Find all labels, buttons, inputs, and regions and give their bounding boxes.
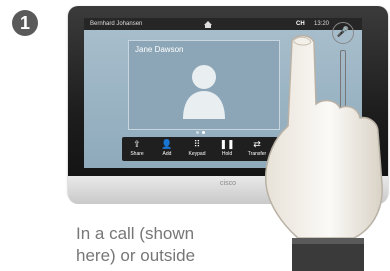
add-label: Add [162, 151, 172, 157]
hold-button[interactable]: ❚❚ Hold [214, 139, 240, 159]
call-status-icon[interactable]: CH [296, 18, 305, 30]
status-bar: Bernhard Johansen CH 13:20 [84, 18, 362, 30]
share-label: Share [130, 151, 144, 157]
caption-line-1: In a call (shown [76, 224, 195, 243]
clock: 13:20 [314, 21, 330, 27]
participant-name: Jane Dawson [135, 45, 184, 54]
add-button[interactable]: 👤 Add [154, 139, 180, 159]
page-indicator [194, 131, 214, 135]
pointing-hand-icon [264, 35, 383, 271]
share-icon: ⇪ [133, 140, 141, 150]
add-participant-icon: 👤 [161, 140, 173, 150]
call-controls-tray: ⇪ Share 👤 Add ⠿ Keypad ❚❚ Hold ⇄ Transfe… [122, 137, 278, 161]
person-silhouette-icon [183, 65, 225, 119]
hold-icon: ❚❚ [219, 140, 235, 150]
keypad-icon: ⠿ [193, 140, 201, 150]
hold-label: Hold [221, 151, 233, 157]
step-number-badge: 1 [12, 10, 38, 36]
share-button[interactable]: ⇪ Share [124, 139, 150, 159]
caller-name: Bernhard Johansen [90, 21, 143, 27]
keypad-label: Keypad [188, 151, 206, 157]
home-icon[interactable] [204, 21, 212, 28]
caption-line-2: here) or outside [76, 246, 196, 265]
keypad-button[interactable]: ⠿ Keypad [184, 139, 210, 159]
